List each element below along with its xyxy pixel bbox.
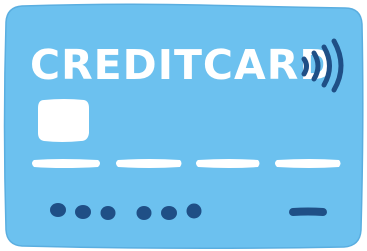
- illustration-canvas: CREDITCARD: [0, 0, 367, 251]
- credit-card-illustration: CREDITCARD: [3, 3, 364, 250]
- card-title: CREDITCARD: [30, 41, 334, 89]
- chip-icon: [38, 99, 89, 142]
- number-stripe: [275, 159, 341, 168]
- number-stripe: [32, 159, 100, 168]
- number-stripe: [116, 159, 182, 168]
- masked-digit: [100, 206, 116, 220]
- masked-digit: [136, 206, 152, 220]
- masked-digit: [50, 203, 66, 217]
- expiry-mark: [289, 207, 327, 216]
- masked-digit: [161, 206, 177, 220]
- masked-digit: [75, 205, 91, 219]
- masked-digit: [186, 203, 202, 219]
- number-stripe: [196, 159, 260, 168]
